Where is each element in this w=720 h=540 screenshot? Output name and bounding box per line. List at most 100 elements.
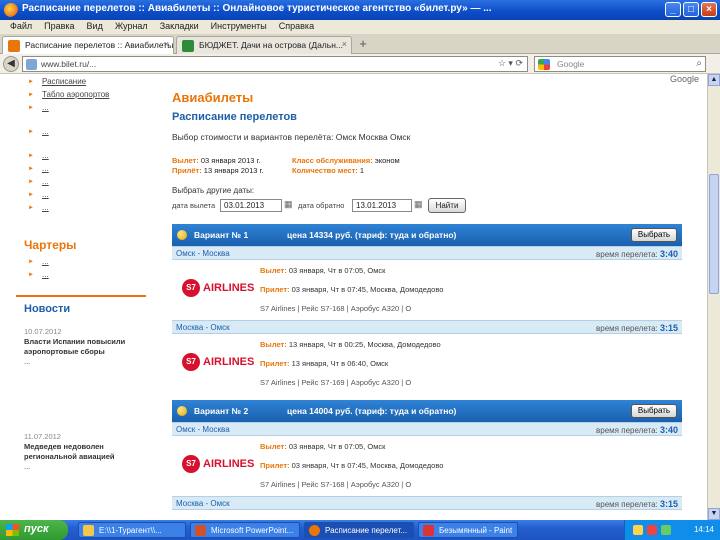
menu-history[interactable]: Журнал — [109, 20, 154, 34]
sidebar-nav: Расписание Табло аэропортов ... ... ... … — [28, 76, 153, 215]
tab-bar: Расписание перелетов :: Авиабилеты :: ..… — [0, 34, 720, 54]
flight-segment: S7 AIRLINES Вылет: 03 января, Чт в 07:05,… — [172, 260, 682, 320]
flight-duration: время перелета: 3:40 — [596, 249, 678, 259]
bookmark-star-icon[interactable]: ☆ ▾ ⟳ — [498, 58, 523, 69]
news-headline[interactable]: региональной авиацией — [24, 452, 115, 461]
route-name: Москва - Омск — [176, 499, 230, 508]
variant-price: цена 14334 руб. (тариф: туда и обратно) — [287, 230, 457, 240]
other-dates-label: Выбрать другие даты: — [172, 186, 255, 195]
new-tab-button[interactable]: + — [355, 37, 371, 52]
sidebar-link[interactable]: Табло аэропортов — [28, 89, 153, 102]
search-icon[interactable]: ⌕ — [696, 58, 702, 69]
sidebar-link[interactable]: Расписание — [28, 76, 153, 89]
start-button[interactable]: пуск — [0, 520, 68, 540]
taskbar-item-firefox[interactable]: Расписание перелет... — [304, 522, 414, 538]
route-bar: Омск - Москва время перелета: 3:40 — [172, 422, 682, 436]
scroll-up-icon[interactable]: ▲ — [708, 74, 720, 86]
arrive-info: Прилёт: 13 января 2013 г. — [172, 166, 264, 175]
flight-info: S7 Airlines | Рейс S7-169 | Аэробус A320… — [260, 378, 412, 387]
news-headline[interactable]: Медведев недоволен — [24, 442, 104, 451]
coin-icon — [177, 230, 187, 240]
flight-segment: S7 AIRLINES Вылет: 03 января, Чт в 07:05,… — [172, 436, 682, 496]
folder-icon — [83, 525, 94, 536]
calendar-icon[interactable]: ▦ — [284, 199, 293, 210]
scroll-down-icon[interactable]: ▼ — [708, 508, 720, 520]
menu-bar: Файл Правка Вид Журнал Закладки Инструме… — [0, 20, 720, 34]
url-text: www.bilet.ru/... — [41, 59, 97, 69]
charter-link[interactable]: ... — [28, 256, 153, 269]
variant-header: Вариант № 1 цена 14334 руб. (тариф: туда… — [172, 224, 682, 246]
news-headline[interactable]: аэропортовые сборы — [24, 347, 105, 356]
calendar-icon[interactable]: ▦ — [414, 199, 423, 210]
sidebar-link[interactable]: ... — [28, 163, 153, 176]
taskbar-item-powerpoint[interactable]: Microsoft PowerPoint... — [190, 522, 300, 538]
sidebar-link[interactable]: ... — [28, 176, 153, 189]
address-bar[interactable]: www.bilet.ru/... ☆ ▾ ⟳ — [22, 56, 528, 72]
sidebar-link[interactable]: ... — [28, 150, 153, 163]
charter-link[interactable]: ... — [28, 269, 153, 282]
route-bar: Омск - Москва время перелета: 3:40 — [172, 246, 682, 260]
tray-icon[interactable] — [633, 525, 643, 535]
vertical-scrollbar[interactable]: ▲ ▼ — [707, 74, 720, 520]
minimize-button[interactable]: _ — [665, 2, 681, 17]
tray-icon[interactable] — [661, 525, 671, 535]
tab-budget[interactable]: БЮДЖЕТ. Дачи на острова (Дальн... × — [176, 36, 352, 54]
pax-info: Количество мест: 1 — [292, 166, 365, 175]
route-name: Омск - Москва — [176, 249, 230, 258]
s7-airlines-logo: S7 AIRLINES — [182, 454, 254, 474]
sidebar-link[interactable]: ... — [28, 126, 153, 150]
page-title: Авиабилеты — [172, 90, 254, 105]
navigation-bar: ◀ www.bilet.ru/... ☆ ▾ ⟳ Google ⌕ — [0, 54, 720, 74]
sidebar-link[interactable]: ... — [28, 202, 153, 215]
departure-line: Вылет: 13 января, Чт в 00:25, Москва, До… — [260, 340, 441, 349]
menu-file[interactable]: Файл — [4, 20, 38, 34]
firefox-icon — [4, 3, 18, 17]
coin-icon — [177, 406, 187, 416]
flight-info: S7 Airlines | Рейс S7-168 | Аэробус A320… — [260, 304, 412, 313]
charters-nav: ... ... — [28, 256, 153, 282]
tray-icon[interactable] — [647, 525, 657, 535]
news-text: ... — [24, 357, 31, 366]
variant-number: Вариант № 2 — [194, 406, 249, 416]
choose-button[interactable]: Выбрать — [631, 404, 677, 418]
sidebar-link[interactable]: ... — [28, 189, 153, 202]
taskbar: пуск E:\\1-Турагент\\... Microsoft Power… — [0, 520, 720, 540]
date-back-input[interactable]: 13.01.2013 — [352, 199, 412, 212]
menu-help[interactable]: Справка — [273, 20, 320, 34]
page-subtitle: Расписание перелетов — [172, 111, 297, 123]
news-headline[interactable]: Власти Испании повысили — [24, 337, 125, 346]
tab-close-icon[interactable]: × — [164, 39, 169, 49]
close-button[interactable]: × — [701, 2, 717, 17]
taskbar-item-folder[interactable]: E:\\1-Турагент\\... — [78, 522, 186, 538]
find-button[interactable]: Найти — [428, 198, 466, 213]
back-button[interactable]: ◀ — [3, 56, 19, 72]
sidebar-link[interactable]: ... — [28, 102, 153, 126]
departure-line: Вылет: 03 января, Чт в 07:05, Омск — [260, 266, 386, 275]
s7-airlines-logo: S7 AIRLINES — [182, 352, 254, 372]
arrival-line: Прилет: 13 января, Чт в 06:40, Омск — [260, 359, 389, 368]
search-placeholder: Google — [557, 59, 585, 69]
page-viewport: Расписание Табло аэропортов ... ... ... … — [0, 74, 707, 520]
powered-by-google: Google — [669, 74, 699, 84]
news-date: 11.07.2012 — [24, 432, 61, 441]
search-bar[interactable]: Google ⌕ — [534, 56, 706, 72]
variant-number: Вариант № 1 — [194, 230, 249, 240]
variant-2: Вариант № 2 цена 14004 руб. (тариф: туда… — [172, 400, 682, 510]
window-controls: _ □ × — [665, 2, 717, 17]
tab-close-icon[interactable]: × — [342, 39, 347, 49]
scroll-thumb[interactable] — [709, 174, 719, 294]
taskbar-item-paint[interactable]: Безымянный - Paint — [418, 522, 518, 538]
google-icon — [538, 59, 550, 70]
tab-schedule[interactable]: Расписание перелетов :: Авиабилеты :: ..… — [2, 36, 174, 54]
choose-button[interactable]: Выбрать — [631, 228, 677, 242]
window-title: Расписание перелетов :: Авиабилеты :: Он… — [22, 3, 492, 14]
system-tray: 14:14 — [624, 520, 720, 540]
news-text: ... — [24, 462, 31, 471]
menu-view[interactable]: Вид — [81, 20, 109, 34]
menu-tools[interactable]: Инструменты — [205, 20, 273, 34]
date-there-input[interactable]: 03.01.2013 — [220, 199, 282, 212]
menu-bookmarks[interactable]: Закладки — [154, 20, 205, 34]
maximize-button[interactable]: □ — [683, 2, 699, 17]
menu-edit[interactable]: Правка — [38, 20, 80, 34]
arrival-line: Прилет: 03 января, Чт в 07:45, Москва, Д… — [260, 285, 444, 294]
